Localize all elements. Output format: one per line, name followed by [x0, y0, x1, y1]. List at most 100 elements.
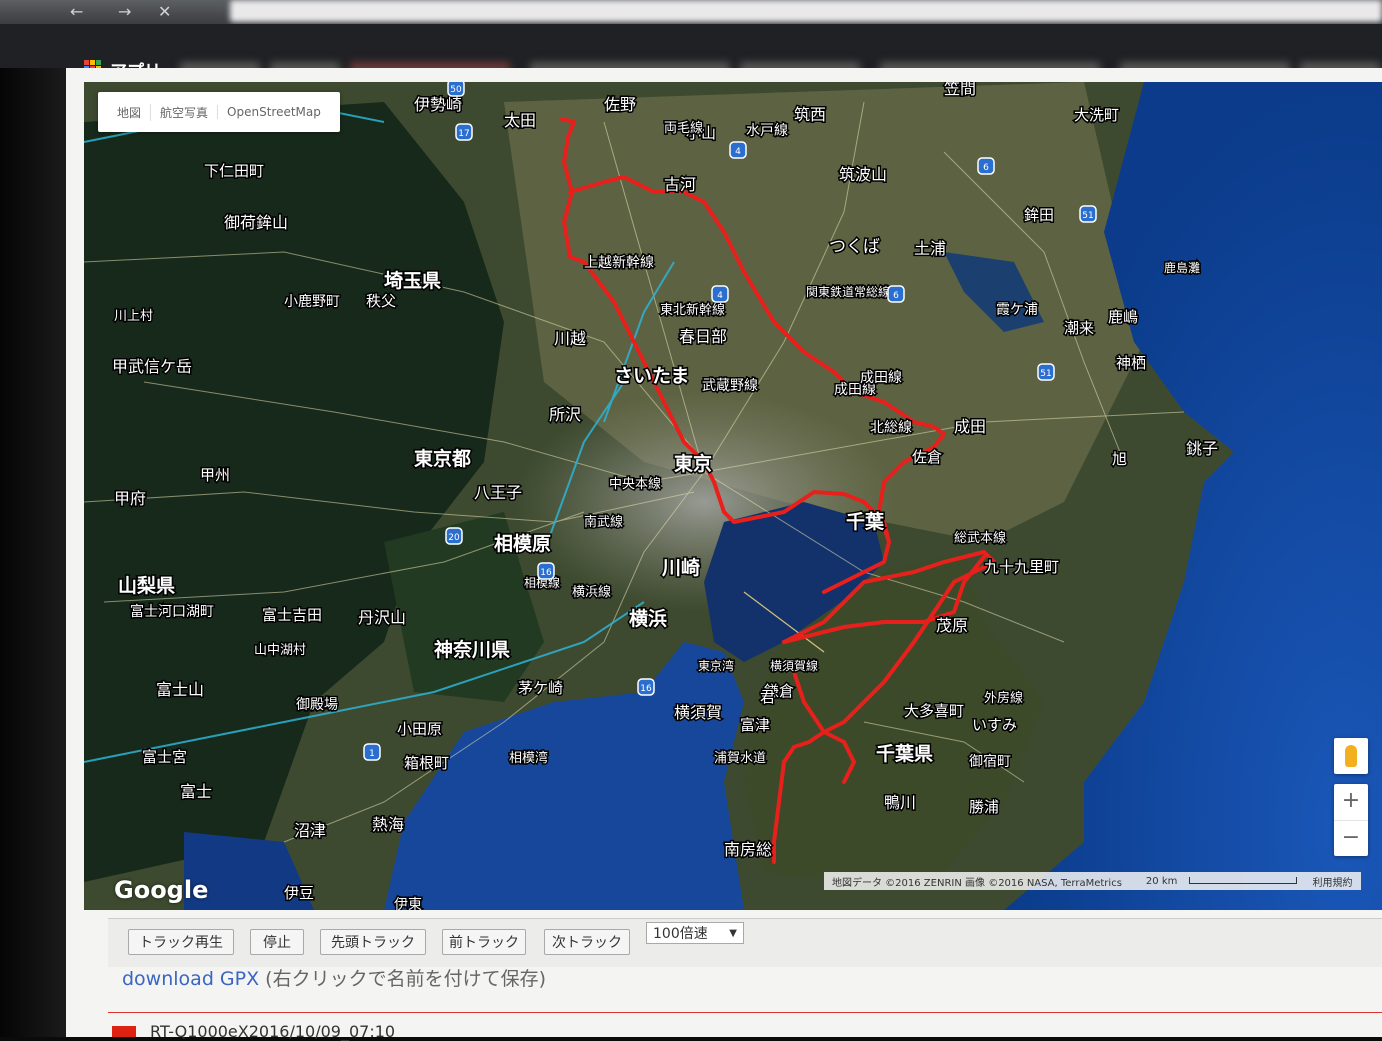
place-label: いすみ [972, 716, 1017, 734]
svg-text:16: 16 [540, 568, 552, 578]
divider [108, 1012, 1382, 1013]
place-label: 太田 [504, 111, 536, 130]
place-label: 御殿場 [296, 697, 338, 713]
place-label: 沼津 [294, 821, 326, 840]
place-label: 古河 [664, 175, 696, 194]
place-label: 南武線 [584, 514, 623, 530]
svg-text:4: 4 [717, 291, 723, 301]
route-shield-icon: 51 [1037, 363, 1055, 381]
route-shield-icon: 6 [887, 285, 905, 303]
svg-text:20: 20 [448, 533, 460, 543]
svg-text:1: 1 [369, 749, 375, 759]
place-label: 川崎 [661, 556, 700, 579]
place-label: 小鹿野町 [284, 293, 340, 310]
track-play-button[interactable]: トラック再生 [128, 929, 234, 955]
svg-text:17: 17 [458, 129, 469, 139]
place-label: 中央本線 [609, 476, 661, 492]
place-label: 関東鉄道常総線 [806, 284, 890, 299]
place-label: 茅ケ崎 [518, 679, 563, 697]
route-shield-icon: 16 [637, 678, 655, 696]
route-shield-icon: 1 [363, 743, 381, 761]
place-label: 東北新幹線 [660, 302, 725, 318]
place-label: 相模原 [494, 532, 551, 555]
map-attribution: 地図データ ©2016 ZENRIN 画像 ©2016 NASA, TerraM… [832, 877, 1122, 889]
place-label: 山梨県 [118, 574, 175, 597]
place-label: 伊東 [394, 897, 422, 910]
maptype-osm-button[interactable]: OpenStreetMap [217, 105, 330, 119]
track-color-swatch [112, 1026, 136, 1037]
svg-text:51: 51 [1040, 369, 1051, 379]
place-label: 勝浦 [969, 798, 999, 816]
place-label: 大多喜町 [904, 702, 964, 720]
place-label: 千葉県 [876, 743, 933, 765]
bookmarks-bar: アプリ [0, 24, 1382, 82]
place-label: 川上村 [114, 309, 153, 324]
browser-toolbar: ← → ✕ [0, 0, 1382, 24]
route-shield-icon: 50 [447, 82, 465, 97]
close-icon[interactable]: ✕ [158, 2, 171, 21]
place-label: 富士 [180, 782, 212, 801]
place-label: 相模湾 [509, 750, 548, 766]
place-label: 佐野 [604, 95, 636, 114]
place-label: 伊勢崎 [414, 95, 462, 114]
maptype-map-button[interactable]: 地図 [108, 104, 150, 121]
place-label: 下仁田町 [204, 162, 264, 180]
place-label: 旭 [1112, 450, 1127, 468]
place-label: 横須賀線 [770, 658, 818, 673]
place-label: 総武本線 [954, 530, 1006, 546]
place-label: 鹿島灘 [1164, 260, 1200, 275]
place-label: 東京 [674, 452, 712, 475]
place-label: 上越新幹線 [584, 254, 654, 271]
place-label: 両毛線 [664, 120, 703, 136]
place-label: 富士吉田 [262, 606, 322, 624]
place-label: 東京都 [414, 447, 471, 470]
place-label: 北総線 [870, 420, 912, 436]
place-label: 山中湖村 [254, 643, 306, 658]
route-shield-icon: 4 [729, 141, 747, 159]
prev-track-button[interactable]: 前トラック [442, 929, 526, 955]
track-list-item[interactable]: RT-Q1000eX2016/10/09_07:10 [150, 1022, 395, 1041]
map-attribution-bar: 地図データ ©2016 ZENRIN 画像 ©2016 NASA, TerraM… [824, 872, 1361, 890]
terms-link[interactable]: 利用規約 [1305, 874, 1361, 889]
place-label: 鹿嶋 [1108, 308, 1138, 326]
street-view-pegman-icon[interactable] [1334, 738, 1368, 774]
place-label: 甲武信ケ岳 [112, 357, 192, 376]
download-gpx-link[interactable]: download GPX [122, 968, 259, 990]
place-label: 外房線 [984, 690, 1023, 706]
place-label: 千葉 [846, 511, 885, 533]
maptype-satellite-button[interactable]: 航空写真 [150, 103, 217, 121]
forward-icon[interactable]: → [118, 2, 131, 21]
address-bar[interactable] [230, 0, 1382, 22]
zoom-in-button[interactable]: + [1334, 784, 1368, 821]
place-label: 箱根町 [404, 754, 449, 772]
place-label: 東京湾 [698, 658, 734, 673]
place-label: 横須賀 [674, 703, 722, 722]
speed-select[interactable]: 100倍速 ▼ [646, 922, 744, 944]
svg-text:6: 6 [983, 163, 989, 173]
place-label: 土浦 [914, 239, 946, 258]
back-icon[interactable]: ← [70, 2, 83, 21]
place-label: 武蔵野線 [702, 378, 758, 394]
zoom-out-button[interactable]: − [1334, 821, 1368, 857]
svg-text:50: 50 [450, 85, 462, 95]
route-shield-icon: 20 [445, 527, 463, 545]
place-label: 南房総 [724, 840, 772, 859]
stop-button[interactable]: 停止 [250, 929, 304, 955]
first-track-button[interactable]: 先頭トラック [320, 929, 426, 955]
place-label: 銚子 [1186, 439, 1218, 458]
map-viewport[interactable]: 伊勢崎 太田 佐野 笠間 大洗町 筑西 小山 古河 下仁田町 御荷鉾山 筑波山 鉾田 つくば 土浦 埼玉県小… [84, 82, 1382, 910]
place-label: 横浜線 [572, 584, 611, 600]
place-label: 筑波山 [839, 165, 887, 184]
place-label: 鉾田 [1024, 206, 1054, 224]
route-shield-icon: 17 [455, 123, 473, 141]
next-track-button[interactable]: 次トラック [544, 929, 630, 955]
place-label: 秩父 [366, 292, 396, 310]
place-label: 所沢 [549, 405, 581, 424]
place-label: 霞ケ浦 [996, 302, 1038, 318]
zoom-control: + − [1334, 784, 1368, 856]
place-label: 九十九里町 [984, 558, 1059, 576]
place-label: 潮来 [1064, 319, 1094, 337]
svg-text:16: 16 [640, 684, 652, 694]
map-type-control: 地図 航空写真 OpenStreetMap [98, 92, 340, 132]
map-canvas: 伊勢崎太田佐野笠間大洗町筑西小山古河下仁田町御荷鉾山筑波山鉾田つくば 土浦埼玉県小… [84, 82, 1382, 910]
